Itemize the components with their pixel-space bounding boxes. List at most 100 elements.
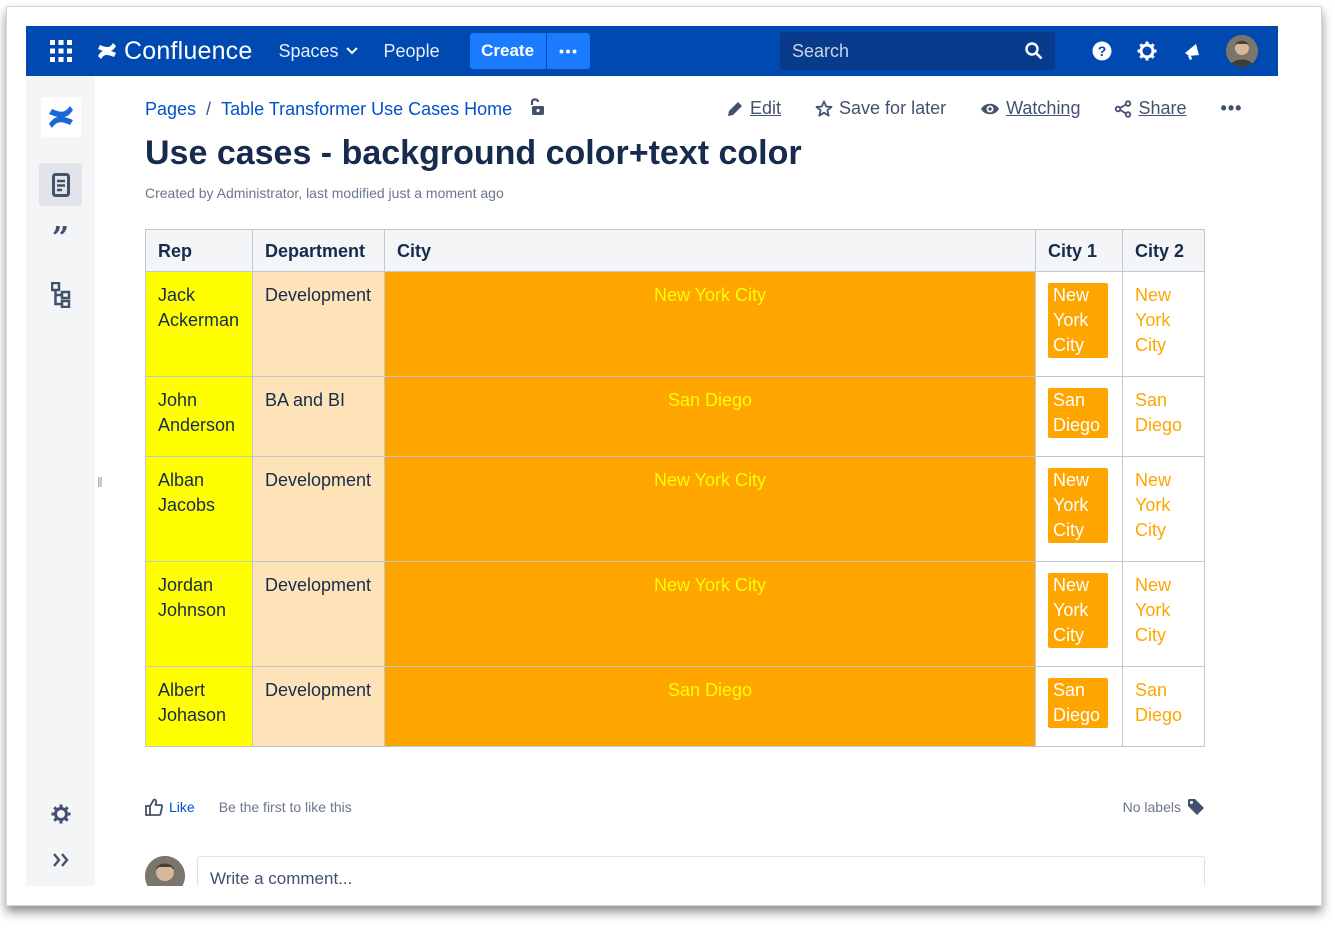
city-2-cell: San Diego <box>1122 376 1205 457</box>
city-cell: New York City <box>384 561 1036 667</box>
department-cell: BA and BI <box>252 376 385 457</box>
app-switcher-button[interactable] <box>26 26 96 76</box>
watching-button[interactable]: Watching <box>980 98 1080 119</box>
create-more-button[interactable] <box>545 33 590 69</box>
department-cell: Development <box>252 666 385 747</box>
create-group: Create <box>469 33 590 69</box>
rep-last-name: Anderson <box>158 415 236 435</box>
avatar-photo-icon <box>1226 35 1258 67</box>
create-button[interactable]: Create <box>469 33 546 69</box>
like-label: Like <box>169 799 195 815</box>
city-1-chip: New York City <box>1048 468 1108 543</box>
table-row: Albert Johason Development San Diego San D… <box>145 666 1205 747</box>
sidebar-resize-handle[interactable]: ‖ <box>97 474 103 490</box>
comment-input[interactable]: Write a comment... <box>197 856 1205 886</box>
like-button[interactable]: Like <box>145 798 195 816</box>
avatar-photo-icon <box>145 856 185 886</box>
rail-settings-button[interactable] <box>39 792 82 835</box>
page-actions: Edit Save for later Watching Share ••• <box>726 98 1276 119</box>
rail-pages-button[interactable] <box>39 163 82 206</box>
city-2-word: San <box>1135 680 1168 700</box>
confluence-app: Confluence Spaces People Create Search ? <box>26 26 1278 886</box>
svg-text:?: ? <box>1097 43 1106 59</box>
department-cell: Development <box>252 456 385 562</box>
search-icon <box>1025 42 1043 60</box>
rep-last-name: Ackerman <box>158 310 240 330</box>
rep-last-name: Johnson <box>158 600 227 620</box>
city-2-word: Diego <box>1135 705 1183 725</box>
people-link[interactable]: People <box>384 41 440 62</box>
rep-cell: Jordan Johnson <box>145 561 253 667</box>
rep-first-name: Jack <box>158 285 196 305</box>
city-2-cell: New York City <box>1122 271 1205 377</box>
breadcrumb-pages-link[interactable]: Pages <box>145 99 196 120</box>
city-1-word: New <box>1053 575 1090 595</box>
city-1-word: New <box>1053 470 1090 490</box>
logo-text: Confluence <box>124 36 253 65</box>
comment-row: Write a comment... <box>145 856 1205 886</box>
notifications-button[interactable] <box>1169 26 1214 76</box>
page-tree-icon <box>50 281 70 308</box>
share-button[interactable]: Share <box>1114 98 1187 119</box>
star-icon <box>815 100 833 116</box>
column-header-city-1[interactable]: City 1 <box>1035 229 1123 272</box>
pencil-icon <box>728 101 742 116</box>
table-row: Jordan Johnson Development New York City … <box>145 561 1205 667</box>
rep-cell: Jack Ackerman <box>145 271 253 377</box>
blog-quote-icon: ” <box>51 220 70 256</box>
city-1-word: Diego <box>1053 415 1101 435</box>
page-title: Use cases - background color+text color <box>145 134 802 172</box>
thumbs-up-icon <box>145 798 163 816</box>
column-header-city-2[interactable]: City 2 <box>1122 229 1205 272</box>
city-2-word: San <box>1135 390 1168 410</box>
city-2-word: Diego <box>1135 415 1183 435</box>
search-placeholder: Search <box>792 40 850 61</box>
city-1-cell: San Diego <box>1035 376 1123 457</box>
space-logo-button[interactable] <box>39 95 82 138</box>
rail-expand-button[interactable] <box>39 838 82 881</box>
table-header-row: Rep Department City City 1 City 2 <box>145 229 1205 272</box>
column-header-city[interactable]: City <box>384 229 1036 272</box>
edit-button[interactable]: Edit <box>726 98 781 119</box>
column-header-department[interactable]: Department <box>252 229 385 272</box>
user-avatar[interactable] <box>1226 35 1258 67</box>
city-2-cell: San Diego <box>1122 666 1205 747</box>
breadcrumb-parent-link[interactable]: Table Transformer Use Cases Home <box>221 99 512 120</box>
city-1-cell: New York City <box>1035 561 1123 667</box>
city-2-word: City <box>1135 625 1166 645</box>
city-2-word: New <box>1135 285 1172 305</box>
data-table: Rep Department City City 1 City 2 Jack Ac… <box>145 229 1205 747</box>
rail-blog-button[interactable]: ” <box>39 217 82 260</box>
city-cell: San Diego <box>384 666 1036 747</box>
labels-area[interactable]: No labels <box>1123 798 1205 816</box>
rep-first-name: Albert <box>158 680 206 700</box>
help-icon: ? <box>1092 41 1111 61</box>
more-horizontal-icon <box>559 49 577 53</box>
like-hint: Be the first to like this <box>218 799 352 815</box>
city-1-cell: New York City <box>1035 271 1123 377</box>
city-2-word: City <box>1135 335 1166 355</box>
expand-icon <box>52 852 69 867</box>
confluence-logo[interactable]: Confluence <box>96 26 252 76</box>
city-1-chip: New York City <box>1048 573 1108 648</box>
restrictions-button[interactable] <box>530 98 546 121</box>
rail-page-tree-button[interactable] <box>39 273 82 316</box>
department-cell: Development <box>252 271 385 377</box>
search-input[interactable]: Search <box>780 32 1055 70</box>
column-header-rep[interactable]: Rep <box>145 229 253 272</box>
pages-icon <box>51 172 70 197</box>
city-2-word: York <box>1135 310 1171 330</box>
more-actions-button[interactable]: ••• <box>1221 98 1243 119</box>
city-1-cell: New York City <box>1035 456 1123 562</box>
table-row: Jack Ackerman Development New York City N… <box>145 271 1205 377</box>
tag-icon <box>1188 799 1204 815</box>
city-2-cell: New York City <box>1122 561 1205 667</box>
app-grid-icon <box>50 40 72 62</box>
spaces-menu[interactable]: Spaces <box>278 41 358 62</box>
settings-button[interactable] <box>1124 26 1169 76</box>
share-icon <box>1115 99 1132 118</box>
save-for-later-button[interactable]: Save for later <box>815 98 946 119</box>
city-1-chip: New York City <box>1048 283 1108 358</box>
save-for-later-label: Save for later <box>839 98 947 118</box>
help-button[interactable]: ? <box>1079 26 1124 76</box>
